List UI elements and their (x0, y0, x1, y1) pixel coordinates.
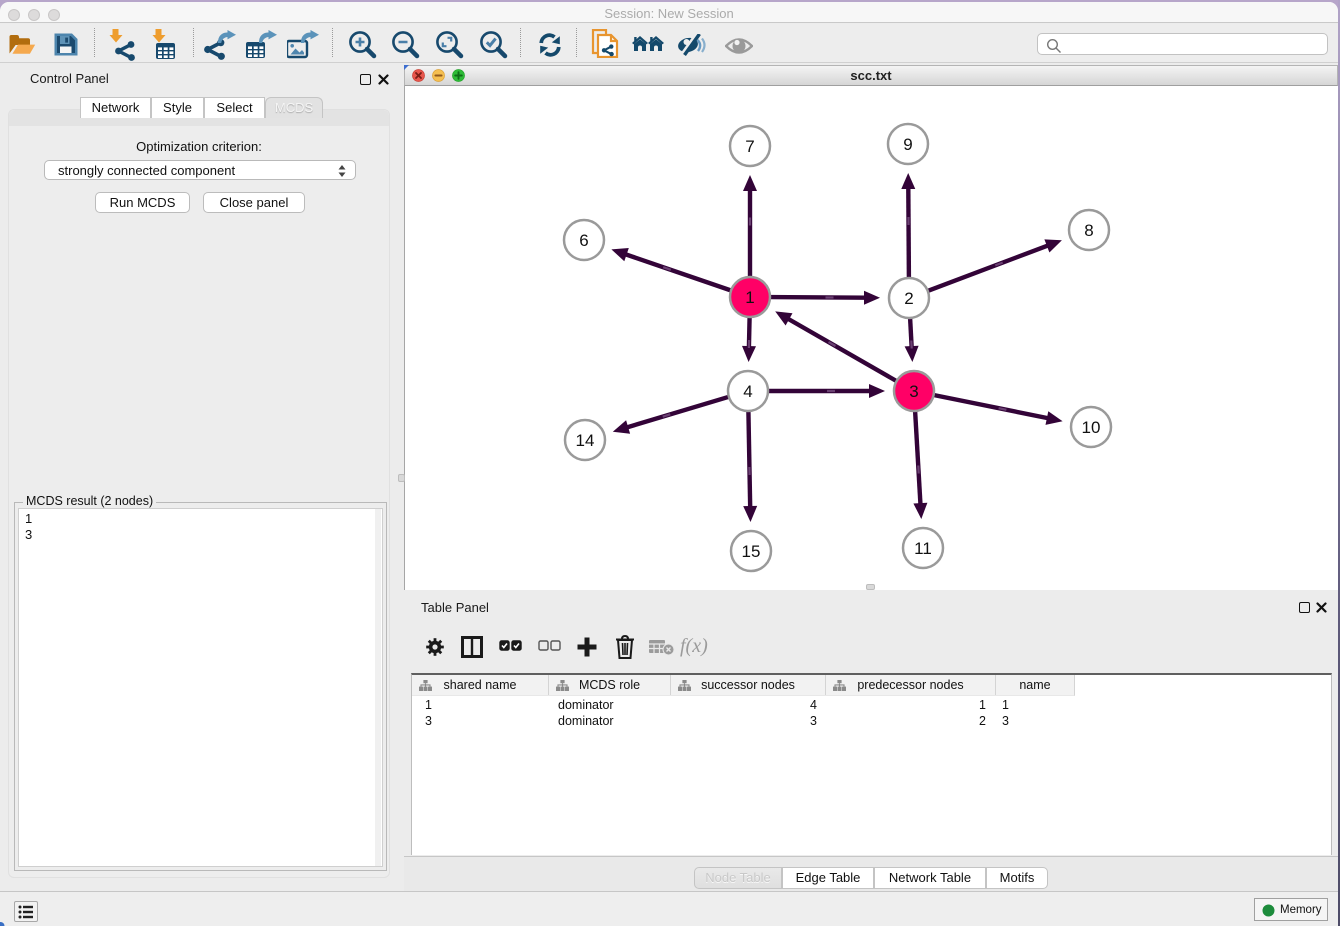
svg-text:10: 10 (1082, 418, 1101, 437)
svg-text:8: 8 (1084, 221, 1093, 240)
svg-text:7: 7 (745, 137, 754, 156)
svg-text:6: 6 (579, 231, 588, 250)
svg-text:11: 11 (914, 539, 932, 558)
svg-text:4: 4 (743, 382, 752, 401)
svg-text:3: 3 (909, 382, 918, 401)
svg-text:1: 1 (745, 288, 754, 307)
svg-text:15: 15 (742, 542, 761, 561)
svg-text:9: 9 (903, 135, 912, 154)
svg-text:2: 2 (904, 289, 913, 308)
svg-text:14: 14 (576, 431, 595, 450)
